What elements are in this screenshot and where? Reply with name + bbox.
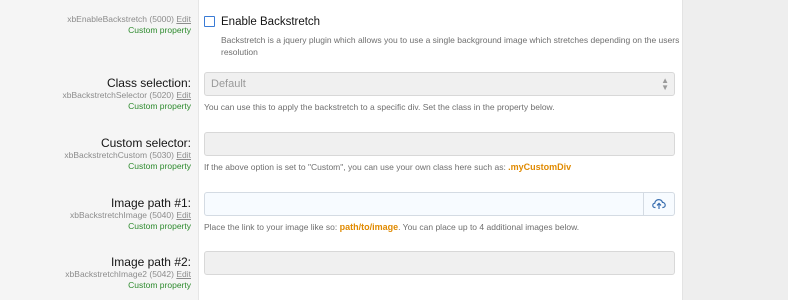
custom-selector-input[interactable] [204, 132, 675, 156]
field-title: Class selection: [106, 76, 191, 90]
checkbox-label[interactable]: Enable Backstretch [221, 16, 320, 28]
field-title: Custom selector: [100, 136, 191, 150]
edit-link[interactable]: Edit [176, 210, 191, 220]
field-area: If the above option is set to "Custom", … [204, 132, 676, 172]
label-block: Custom selector: xbBackstretchCustom (50… [1, 136, 191, 172]
field-area: Place the link to your image like so: pa… [204, 192, 676, 232]
property-key: xbEnableBackstretch (5000) [67, 14, 174, 24]
label-block: Image path #1: xbBackstretchImage (5040)… [1, 196, 191, 232]
property-meta: xbBackstretchCustom (5030) Edit [1, 150, 191, 161]
image-path-1-input[interactable] [204, 192, 675, 216]
edit-link[interactable]: Edit [176, 269, 191, 279]
hint-text: Place the link to your image like so: pa… [204, 222, 676, 232]
custom-property-label: Custom property [128, 161, 191, 171]
hint-code: path/to/image [339, 222, 399, 232]
label-block: Class selection: xbBackstretchSelector (… [1, 76, 191, 112]
custom-property-label: Custom property [128, 101, 191, 111]
checkbox-row[interactable]: Enable Backstretch [204, 13, 676, 31]
description-text: Backstretch is a jquery plugin which all… [221, 35, 680, 57]
property-meta: xbBackstretchImage2 (5042) Edit [1, 269, 191, 280]
class-selection-select[interactable]: Default ▲ ▼ [204, 72, 675, 96]
hint-text-pre: If the above option is set to "Custom", … [204, 162, 509, 172]
select-arrows-icon: ▲ ▼ [661, 76, 669, 92]
edit-link[interactable]: Edit [176, 150, 191, 160]
select-value: Default [211, 78, 246, 90]
property-meta: xbBackstretchImage (5040) Edit [1, 210, 191, 221]
properties-panel: xbEnableBackstretch (5000) Edit Custom p… [0, 0, 682, 300]
property-meta: xbEnableBackstretch (5000) Edit [1, 14, 191, 25]
field-title: Image path #1: [110, 196, 191, 210]
field-area: Default ▲ ▼ You can use this to apply the… [204, 72, 676, 112]
custom-property-label: Custom property [128, 221, 191, 231]
hint-text-post: . You can place up to 4 additional image… [398, 222, 580, 232]
property-key: xbBackstretchSelector (5020) [62, 90, 174, 100]
label-block: Image path #2: xbBackstretchImage2 (5042… [1, 255, 191, 291]
hint-text: You can use this to apply the backstretc… [204, 102, 555, 112]
label-block: xbEnableBackstretch (5000) Edit Custom p… [1, 14, 191, 36]
property-key: xbBackstretchCustom (5030) [64, 150, 174, 160]
property-meta: xbBackstretchSelector (5020) Edit [1, 90, 191, 101]
hint-text: If the above option is set to "Custom", … [204, 162, 676, 172]
property-key: xbBackstretchImage2 (5042) [65, 269, 174, 279]
custom-property-label: Custom property [128, 280, 191, 290]
edit-link[interactable]: Edit [176, 14, 191, 24]
image-path-2-input[interactable] [204, 251, 675, 275]
hint-code: .myCustomDiv [508, 162, 572, 172]
upload-button[interactable] [643, 193, 674, 215]
field-area [204, 251, 676, 275]
field-area: Enable Backstretch Backstretch is a jque… [204, 13, 679, 58]
hint-text-pre: Place the link to your image like so: [204, 222, 340, 232]
custom-property-label: Custom property [128, 25, 191, 35]
upload-cloud-icon [652, 198, 666, 209]
field-title: Image path #2: [110, 255, 191, 269]
edit-link[interactable]: Edit [176, 90, 191, 100]
property-key: xbBackstretchImage (5040) [70, 210, 174, 220]
right-gutter [682, 0, 788, 300]
enable-backstretch-checkbox[interactable] [204, 16, 215, 28]
